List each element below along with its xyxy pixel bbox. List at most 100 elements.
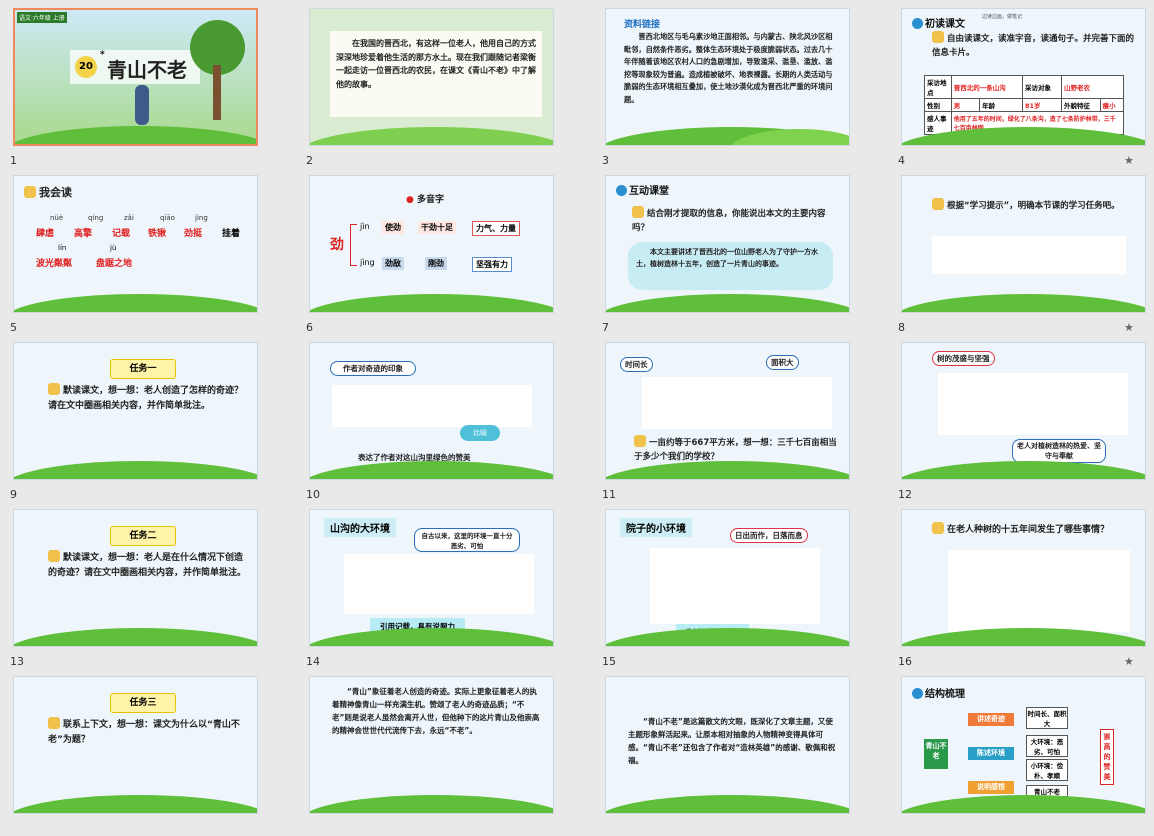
slide-number: 3 bbox=[602, 154, 609, 167]
slide-cell-5[interactable]: 我会读 nüè qíng zǎi qiāo jìng 肆虐 高擎 记载 铁锹 劲… bbox=[0, 175, 280, 335]
slide-thumb-16[interactable]: 在老人种树的十五年间发生了哪些事情？ bbox=[901, 509, 1146, 647]
slide-thumb-13[interactable]: 任务二 默读课文，想一想：老人是在什么情况下创造的奇迹？请在文中圈画相关内容，并… bbox=[13, 509, 258, 647]
lesson-title: 青山不老 bbox=[107, 58, 187, 82]
slide-cell-2[interactable]: 在我国的晋西北，有这样一位老人，他用自己的方式深深地珍爱着他生活的那方水土。现在… bbox=[296, 8, 576, 168]
slide-cell-1[interactable]: 语文·六年级 上册 20 * 青山不老 1 bbox=[0, 8, 280, 168]
leaf-1a: 时间长、面积大 bbox=[1026, 707, 1068, 729]
slide-cell-18[interactable]: “青山”象征着老人创造的奇迹。实际上更象征着老人的执着精神像青山一样充满生机。赞… bbox=[296, 676, 576, 836]
slide-thumb-6[interactable]: ● 多音字 劲 jìn jìng 使劲 干劲十足 力气、力量 劲敌 刚劲 坚强有… bbox=[309, 175, 554, 313]
slide-number: 8 bbox=[898, 321, 905, 334]
slide-cell-12[interactable]: 树的茂盛与坚强 老人对植树造林的热爱、坚守与奉献 12 bbox=[888, 342, 1154, 502]
slide-cell-19[interactable]: “青山不老”是这篇散文的文眼，既深化了文章主题，又使主题形象鲜活起来。让原本相对… bbox=[592, 676, 872, 836]
explanation-text: “青山”象征着老人创造的奇迹。实际上更象征着老人的执着精神像青山一样充满生机。赞… bbox=[332, 687, 540, 735]
slide-cell-11[interactable]: 时间长 面积大 一亩约等于667平方米，想一想：三千七百亩相当于多少个我们的学校… bbox=[592, 342, 872, 502]
pointing-hand-icon bbox=[634, 435, 646, 447]
slide-thumb-10[interactable]: 作者对奇迹的印象 比喻 表达了作者对这山沟里绿色的赞美 bbox=[309, 342, 554, 480]
task-text: 默读课文，想一想：老人创造了怎样的奇迹？请在文中圈画相关内容，并作简单批注。 bbox=[48, 386, 244, 411]
question-text: 一亩约等于667平方米，想一想：三千七百亩相当于多少个我们的学校？ bbox=[634, 438, 837, 462]
note-bubble: 自古以来，这里的环境一直十分恶劣、可怕 bbox=[414, 528, 520, 552]
pointing-hand-icon bbox=[48, 383, 60, 395]
text-excerpt bbox=[948, 550, 1130, 632]
metaphor-cloud: 比喻 bbox=[460, 425, 500, 441]
slide-thumb-18[interactable]: “青山”象征着老人创造的奇迹。实际上更象征着老人的执着精神像青山一样充满生机。赞… bbox=[309, 676, 554, 814]
thought-bubble: 边读边画，做笔记 bbox=[982, 14, 1023, 20]
lesson-star: * bbox=[100, 50, 105, 60]
leaf-2a: 大环境：恶劣、可怕 bbox=[1026, 735, 1068, 757]
slide-thumb-8[interactable]: 根据“学习提示”，明确本节课的学习任务吧。 bbox=[901, 175, 1146, 313]
pointing-hand-icon bbox=[932, 522, 944, 534]
slide-thumb-4[interactable]: 初读课文 边读边画，做笔记 自由读课文，读准字音，读通句子。并完善下面的信息卡片… bbox=[901, 8, 1146, 146]
cell-label: 采访对象 bbox=[1021, 75, 1063, 99]
slide-thumb-20[interactable]: 结构梳理 青山不老 讲述奇迹 陈述环境 说明感悟 时间长、面积大 大环境：恶劣、… bbox=[901, 676, 1146, 814]
note-bubble: 日出而作，日落而息 bbox=[730, 528, 808, 543]
slide-cell-7[interactable]: 互动课堂 结合刚才提取的信息，你能说出本文的主要内容吗？ 本文主要讲述了晋西北的… bbox=[592, 175, 872, 335]
mindmap-root: 青山不老 bbox=[924, 739, 948, 769]
task-label: 任务二 bbox=[110, 526, 176, 546]
branch-2: 陈述环境 bbox=[968, 747, 1014, 760]
speech-bubble: 作者对奇迹的印象 bbox=[330, 361, 416, 376]
reading-1: jìn bbox=[360, 222, 370, 231]
tag-time-long: 时间长 bbox=[620, 357, 653, 372]
task-label: 任务三 bbox=[110, 693, 176, 713]
cell-value: 81岁 bbox=[1021, 98, 1063, 112]
slide-cell-13[interactable]: 任务二 默读课文，想一想：老人是在什么情况下创造的奇迹？请在文中圈画相关内容，并… bbox=[0, 509, 280, 669]
slide-cell-16[interactable]: 在老人种树的十五年间发生了哪些事情？ 16 ★ bbox=[888, 509, 1154, 669]
slide-number: 14 bbox=[306, 655, 320, 668]
question-text: 根据“学习提示”，明确本节课的学习任务吧。 bbox=[947, 201, 1120, 211]
slide-thumb-14[interactable]: 山沟的大环境 自古以来，这里的环境一直十分恶劣、可怕 引用记载，具有说服力 bbox=[309, 509, 554, 647]
slide-number: 7 bbox=[602, 321, 609, 334]
slide-title: 我会读 bbox=[39, 186, 72, 199]
slide-thumb-12[interactable]: 树的茂盛与坚强 老人对植树造林的热爱、坚守与奉献 bbox=[901, 342, 1146, 480]
slide-thumb-17[interactable]: 任务三 联系上下文，想一想：课文为什么以“青山不老”为题？ bbox=[13, 676, 258, 814]
branch-3: 说明感悟 bbox=[968, 781, 1014, 794]
branch-1: 讲述奇迹 bbox=[968, 713, 1014, 726]
slide-title: 初读课文 bbox=[925, 19, 965, 30]
slide-thumb-9[interactable]: 任务一 默读课文，想一想：老人创造了怎样的奇迹？请在文中圈画相关内容，并作简单批… bbox=[13, 342, 258, 480]
slide-cell-10[interactable]: 作者对奇迹的印象 比喻 表达了作者对这山沟里绿色的赞美 10 bbox=[296, 342, 576, 502]
slide-thumb-19[interactable]: “青山不老”是这篇散文的文眼，既深化了文章主题，又使主题形象鲜活起来。让原本相对… bbox=[605, 676, 850, 814]
text-excerpt bbox=[938, 373, 1128, 435]
slide-thumb-2[interactable]: 在我国的晋西北，有这样一位老人，他用自己的方式深深地珍爱着他生活的那方水土。现在… bbox=[309, 8, 554, 146]
slide-number: 11 bbox=[602, 488, 616, 501]
text-excerpt bbox=[332, 385, 532, 427]
clock-icon bbox=[912, 18, 923, 29]
slide-number: 4 bbox=[898, 154, 905, 167]
slide-cell-14[interactable]: 山沟的大环境 自古以来，这里的环境一直十分恶劣、可怕 引用记载，具有说服力 14 bbox=[296, 509, 576, 669]
slide-cell-3[interactable]: 资料链接 晋西北地区与毛乌素沙地正面相邻。与内蒙古、陕北风沙区相毗邻，自然条件恶… bbox=[592, 8, 872, 168]
slide-number: 5 bbox=[10, 321, 17, 334]
slide-thumb-1[interactable]: 语文·六年级 上册 20 * 青山不老 bbox=[13, 8, 258, 146]
slide-thumb-11[interactable]: 时间长 面积大 一亩约等于667平方米，想一想：三千七百亩相当于多少个我们的学校… bbox=[605, 342, 850, 480]
text-excerpt bbox=[650, 548, 820, 624]
cell-label: 外貌特征 bbox=[1061, 98, 1101, 112]
answer-text: 本文主要讲述了晋西北的一位山野老人为了守护一方水土，植树造林十五年，创造了一片青… bbox=[636, 248, 818, 268]
slide-cell-9[interactable]: 任务一 默读课文，想一想：老人创造了怎样的奇迹？请在文中圈画相关内容，并作简单批… bbox=[0, 342, 280, 502]
slide-cell-17[interactable]: 任务三 联系上下文，想一想：课文为什么以“青山不老”为题？ bbox=[0, 676, 280, 836]
slide-cell-15[interactable]: 院子的小环境 日出而作，日落而息 生活俭朴、孝顺 15 bbox=[592, 509, 872, 669]
reading-2: jìng bbox=[360, 258, 375, 267]
slide-thumb-15[interactable]: 院子的小环境 日出而作，日落而息 生活俭朴、孝顺 bbox=[605, 509, 850, 647]
grade-label: 语文·六年级 上册 bbox=[17, 12, 67, 23]
leaf-2b: 小环境：俭朴、孝顺 bbox=[1026, 759, 1068, 781]
tag-tree-strength: 树的茂盛与坚强 bbox=[932, 351, 995, 366]
text-excerpt bbox=[642, 377, 832, 429]
pointing-hand-icon bbox=[48, 550, 60, 562]
task-label: 任务一 bbox=[110, 359, 176, 379]
lesson-tip-excerpt bbox=[932, 236, 1126, 274]
pointing-hand-icon bbox=[932, 31, 944, 43]
slide-cell-20[interactable]: 结构梳理 青山不老 讲述奇迹 陈述环境 说明感悟 时间长、面积大 大环境：恶劣、… bbox=[888, 676, 1154, 836]
slide-thumb-5[interactable]: 我会读 nüè qíng zǎi qiāo jìng 肆虐 高擎 记载 铁锹 劲… bbox=[13, 175, 258, 313]
cell-value: 瘦小 bbox=[1099, 98, 1125, 112]
slide-number: 2 bbox=[306, 154, 313, 167]
slide-cell-8[interactable]: 根据“学习提示”，明确本节课的学习任务吧。 8 ★ bbox=[888, 175, 1154, 335]
bell-icon: ● bbox=[406, 195, 414, 205]
section-heading: 资料链接 bbox=[624, 20, 661, 30]
cell-value: 晋西北的一条山沟 bbox=[950, 75, 1023, 99]
slide-cell-6[interactable]: ● 多音字 劲 jìn jìng 使劲 干劲十足 力气、力量 劲敌 刚劲 坚强有… bbox=[296, 175, 576, 335]
animation-star-icon: ★ bbox=[1124, 655, 1134, 668]
cell-label: 年龄 bbox=[979, 98, 1023, 112]
slide-thumb-3[interactable]: 资料链接 晋西北地区与毛乌素沙地正面相邻。与内蒙古、陕北风沙区相毗邻，自然条件恶… bbox=[605, 8, 850, 146]
task-text: 自由读课文，读准字音，读通句子。并完善下面的信息卡片。 bbox=[932, 34, 1135, 58]
slide-cell-4[interactable]: 初读课文 边读边画，做笔记 自由读课文，读准字音，读通句子。并完善下面的信息卡片… bbox=[888, 8, 1154, 168]
slide-thumb-7[interactable]: 互动课堂 结合刚才提取的信息，你能说出本文的主要内容吗？ 本文主要讲述了晋西北的… bbox=[605, 175, 850, 313]
pointing-hand-icon bbox=[932, 198, 944, 210]
